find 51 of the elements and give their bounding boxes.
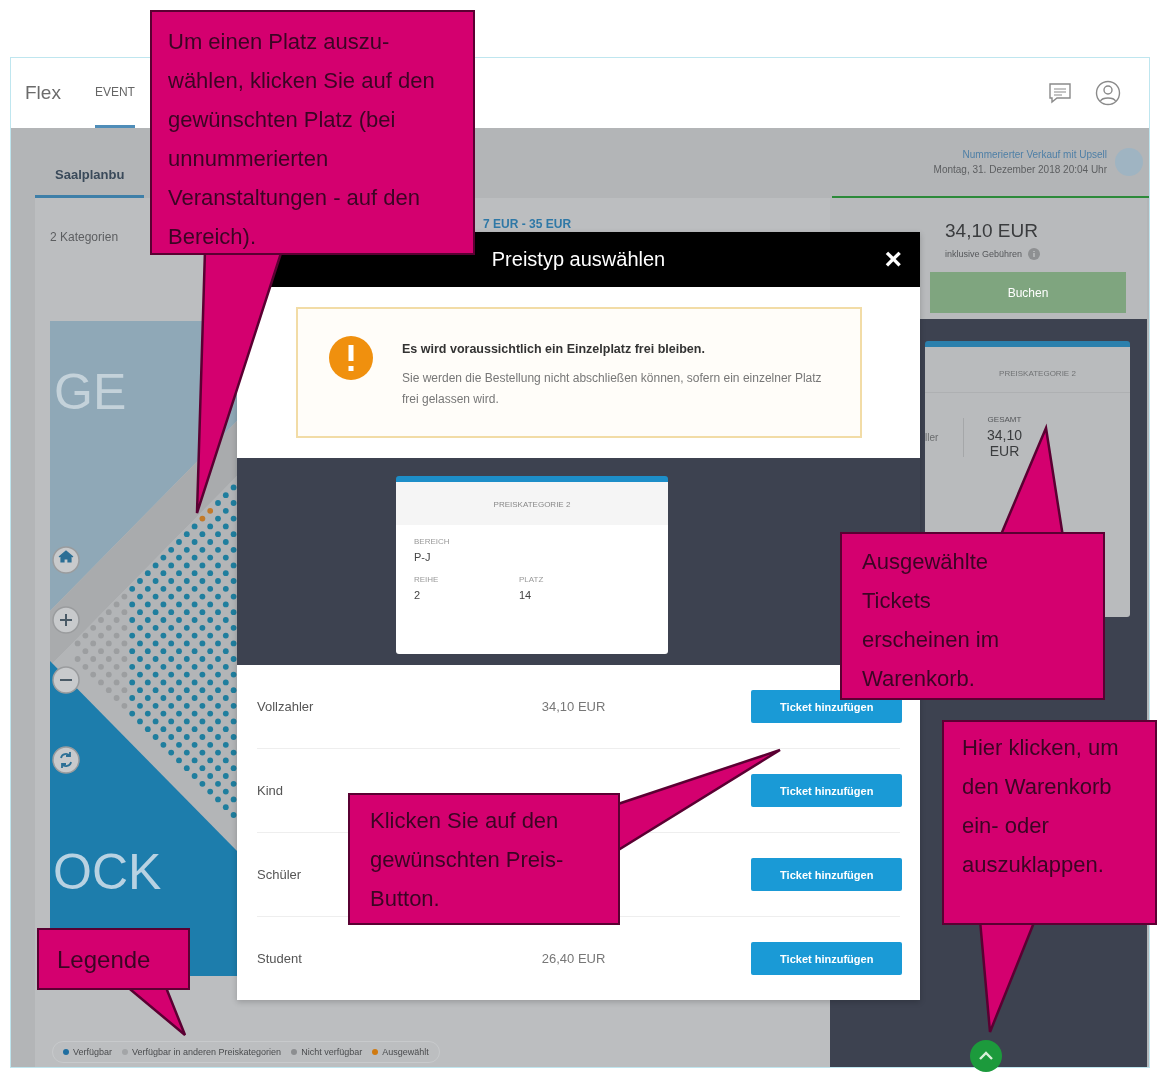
price-type: ller	[925, 417, 964, 457]
legend-label: Verfügbar in anderen Preiskategorien	[132, 1047, 282, 1057]
price-range: 7 EUR - 35 EUR	[483, 217, 572, 231]
dialog-title: Preistyp auswählen	[491, 248, 666, 271]
ticket-total: 34,10 EUR	[985, 427, 1023, 459]
block-label: OCK	[53, 844, 162, 900]
field-value: P-J	[414, 551, 432, 564]
ticket-category: PREISKATEGORIE 2	[396, 482, 668, 526]
refresh-icon[interactable]	[52, 746, 80, 774]
price: 34,10 EUR	[541, 699, 607, 714]
event-name-link[interactable]: Nummerierter Verkauf mit Upsell	[962, 149, 1107, 160]
ticket-category: PREISKATEGORIE 2	[925, 347, 1130, 393]
callout-text: Hier klicken, um den Warenkorb ein- oder auszuklappen.	[961, 734, 1120, 879]
add-ticket-button[interactable]: Ticket hinzufügen	[751, 774, 902, 807]
app-logo[interactable]: Flex	[25, 82, 61, 104]
legend-label: Nicht verfügbar	[301, 1047, 363, 1057]
caret-up-icon[interactable]	[969, 1039, 1003, 1072]
user-icon[interactable]	[1095, 80, 1121, 106]
nav-tab[interactable]: EVENT	[94, 58, 135, 128]
warning-text: Sie werden die Bestellung nicht abschließen können, sofern ein einzelner Platz frei gelassen wird.	[402, 370, 822, 408]
callout-text: Ausgewählte Tickets erscheinen im Warenkorb.	[861, 548, 1000, 693]
legend-label: Verfügbar	[73, 1047, 113, 1057]
field-label: BEREICH	[414, 537, 451, 547]
warning-icon	[328, 335, 374, 381]
close-button[interactable]: ×	[880, 244, 906, 274]
category-count: 2 Kategorien	[50, 230, 119, 244]
total-label: GESAMT	[987, 415, 1022, 424]
zoom-in-icon[interactable]	[52, 606, 80, 634]
callout-text: Legende	[56, 945, 152, 975]
fee-note: inklusive Gebühren	[945, 249, 1023, 259]
book-button[interactable]: Buchen	[930, 272, 1126, 313]
cart-total: 34,10 EUR	[945, 220, 1039, 242]
event-date: Montag, 31. Dezember 2018 20:04 Uhr	[933, 164, 1107, 175]
chat-icon[interactable]	[1047, 81, 1073, 105]
field-value: 2	[414, 589, 422, 602]
zoom-out-icon[interactable]	[52, 666, 80, 694]
field-label: REIHE	[414, 575, 440, 585]
price-type-name: Schüler	[257, 867, 303, 882]
field-value: 14	[519, 589, 533, 602]
field-label: PLATZ	[519, 575, 545, 585]
price-type-name: Vollzahler	[257, 699, 315, 714]
price-type-name: Kind	[257, 783, 285, 798]
price-type-name: Student	[257, 951, 303, 966]
add-ticket-button[interactable]: Ticket hinzufügen	[751, 942, 902, 975]
callout-text: Um einen Platz auszu- wählen, klicken Sie auf den gewünschten Platz (bei unnummerierten Veranstaltungen - auf den Bereich).	[167, 28, 436, 251]
legend-label: Ausgewählt	[382, 1047, 429, 1057]
warning-title: Es wird voraussichtlich ein Einzelplatz frei bleiben.	[402, 342, 706, 356]
home-icon[interactable]	[52, 546, 80, 574]
add-ticket-button[interactable]: Ticket hinzufügen	[751, 858, 902, 891]
callout-text: Klicken Sie auf den gewünschten Preis-Button.	[369, 807, 565, 913]
price: 26,40 EUR	[541, 951, 607, 966]
